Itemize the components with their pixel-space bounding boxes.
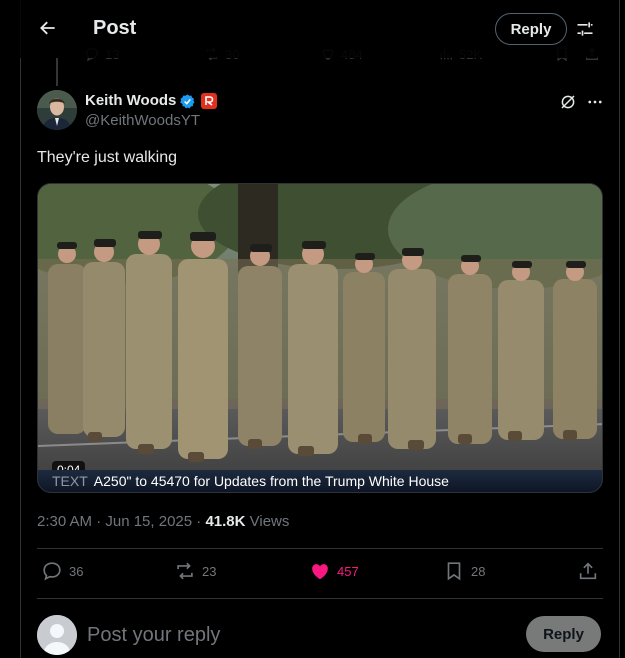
- caption-text: A250" to 45470 for Updates from the Trum…: [93, 473, 449, 489]
- divider-bottom: [37, 598, 603, 599]
- back-arrow-icon: [40, 21, 55, 35]
- author-handle[interactable]: @KeithWoodsYT: [85, 112, 200, 129]
- like-count: 457: [337, 563, 359, 579]
- grok-icon: [561, 95, 575, 109]
- post-timestamp[interactable]: 2:30 AM · Jun 15, 2025 ·: [37, 513, 205, 530]
- share-action[interactable]: [577, 560, 599, 582]
- affiliate-logo-icon: [205, 96, 214, 106]
- share-icon: [579, 562, 597, 580]
- reply-count: 36: [69, 563, 84, 579]
- bookmark-count: 28: [471, 563, 486, 579]
- default-avatar-icon: [37, 615, 77, 655]
- repost-action[interactable]: 23: [174, 560, 216, 582]
- video-frame: [38, 184, 602, 492]
- avatar-image: [37, 90, 77, 130]
- grok-button[interactable]: [557, 91, 579, 113]
- verified-icon: [180, 94, 195, 109]
- post-actions: 36 23 457 28: [37, 560, 603, 588]
- repost-icon: [177, 562, 193, 580]
- reply-input[interactable]: [87, 621, 507, 649]
- reply-action[interactable]: 36: [41, 560, 83, 582]
- post-detail-view: 13 30 484 52K Post Reply: [0, 0, 625, 658]
- like-action[interactable]: 457: [309, 560, 359, 582]
- top-bar: Post Reply: [20, 0, 619, 58]
- affiliate-badge[interactable]: [201, 93, 217, 109]
- thread-connector: [56, 58, 58, 86]
- tune-icon: [577, 22, 593, 36]
- author-name[interactable]: Keith Woods: [85, 92, 176, 109]
- avatar[interactable]: [37, 90, 77, 130]
- column-border-left: [20, 0, 21, 658]
- reply-icon: [43, 562, 61, 581]
- post-text: They're just walking: [37, 149, 177, 166]
- column-border-right: [619, 0, 620, 658]
- video-player[interactable]: 0:04 TEXTA250" to 45470 for Updates from…: [37, 183, 603, 493]
- reply-submit-button[interactable]: Reply: [526, 616, 601, 652]
- caption-prefix: TEXT: [52, 473, 88, 489]
- video-caption-banner: TEXT A250" to 45470 for Updates from the …: [38, 470, 602, 492]
- divider-top: [37, 548, 603, 549]
- repost-count: 23: [202, 563, 217, 579]
- views-label: Views: [245, 513, 290, 530]
- tune-button[interactable]: [572, 16, 598, 42]
- heart-icon: [312, 564, 328, 580]
- bookmark-icon: [447, 562, 461, 581]
- post-meta: 2:30 AM · Jun 15, 2025 · 41.8K Views: [37, 513, 289, 530]
- page-title: Post: [93, 17, 137, 39]
- bookmark-action[interactable]: 28: [443, 560, 485, 582]
- more-icon: [588, 100, 602, 104]
- more-button[interactable]: [584, 91, 606, 113]
- current-user-avatar[interactable]: [37, 615, 77, 655]
- views-count: 41.8K: [205, 513, 246, 530]
- header-reply-button[interactable]: Reply: [495, 13, 567, 45]
- back-button[interactable]: [34, 14, 62, 42]
